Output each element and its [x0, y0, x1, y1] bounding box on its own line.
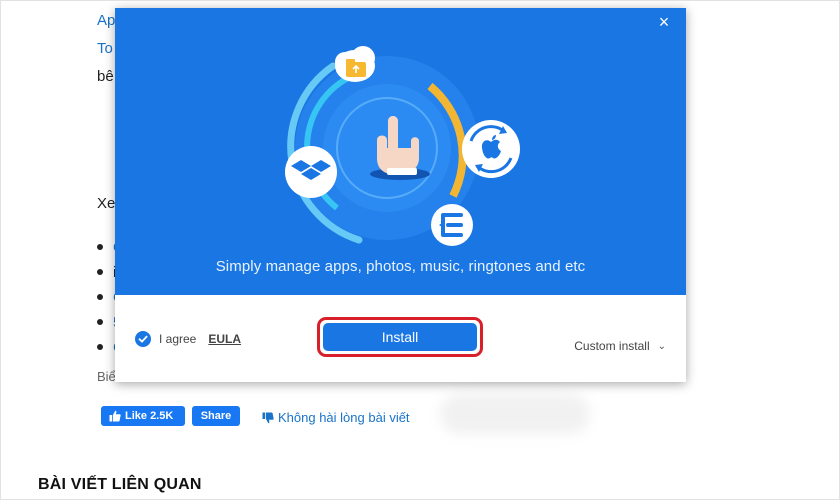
dropbox-icon	[285, 146, 337, 198]
hero-caption: Simply manage apps, photos, music, ringt…	[215, 258, 586, 275]
blurred-region	[440, 394, 590, 434]
share-label: Share	[200, 410, 232, 422]
dialog-footer: I agree EULA Install Custom install ⌄	[115, 295, 686, 382]
chevron-down-icon: ⌄	[657, 340, 666, 352]
article-link-1[interactable]: Ap	[97, 12, 115, 29]
cloud-folder-icon	[335, 46, 375, 82]
installer-dialog: × Simply manage apps, photos, music, rin…	[115, 8, 686, 382]
dialog-hero-banner: × Simply manage apps, photos, music, rin…	[115, 8, 686, 295]
agree-label: I agree	[159, 332, 197, 346]
eula-link[interactable]: EULA	[208, 332, 241, 346]
install-label: Install	[381, 329, 419, 345]
thumbs-up-icon	[109, 410, 121, 422]
apple-sync-icon	[462, 120, 520, 178]
article-link-2[interactable]: To	[97, 40, 113, 57]
check-icon	[138, 335, 148, 343]
thumbs-down-icon	[262, 412, 274, 423]
close-icon[interactable]: ×	[654, 12, 674, 32]
install-button[interactable]: Install	[323, 323, 477, 351]
image-caption: Biể	[97, 369, 116, 384]
article-text-1: bê	[97, 68, 114, 85]
eula-agreement: I agree EULA	[135, 331, 241, 347]
related-articles-heading: BÀI VIẾT LIÊN QUAN	[38, 476, 202, 493]
hero-illustration	[285, 46, 520, 246]
facebook-like-button[interactable]: Like 2.5K	[101, 406, 185, 426]
dislike-article-link[interactable]: Không hài lòng bài viết	[262, 410, 410, 425]
agree-checkbox[interactable]	[135, 331, 151, 347]
dislike-label: Không hài lòng bài viết	[278, 410, 410, 425]
custom-install-dropdown[interactable]: Custom install ⌄	[574, 339, 666, 353]
e-logo-icon	[431, 204, 473, 246]
article-text-2: Xe	[97, 195, 116, 212]
like-label: Like 2.5K	[125, 410, 174, 422]
custom-install-label: Custom install	[574, 339, 650, 353]
facebook-share-button[interactable]: Share	[192, 406, 240, 426]
